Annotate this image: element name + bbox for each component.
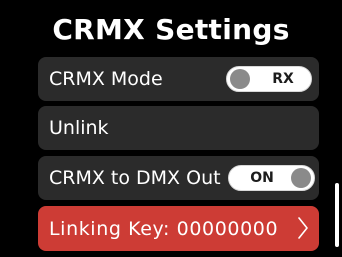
linking-key-label: Linking Key: 00000000: [49, 217, 279, 240]
unlink-row[interactable]: Unlink: [38, 106, 319, 150]
toggle-knob: [230, 69, 250, 89]
crmx-mode-toggle[interactable]: RX: [226, 66, 312, 92]
crmx-to-dmx-out-toggle[interactable]: ON: [228, 165, 315, 191]
crmx-to-dmx-out-label: CRMX to DMX Out: [49, 167, 221, 189]
crmx-mode-toggle-label: RX: [272, 71, 294, 87]
crmx-mode-row[interactable]: CRMX Mode RX: [38, 57, 319, 101]
unlink-label: Unlink: [49, 117, 109, 139]
page-title: CRMX Settings: [52, 13, 290, 46]
linking-key-row[interactable]: Linking Key: 00000000: [38, 206, 319, 251]
toggle-knob: [291, 168, 311, 188]
crmx-mode-label: CRMX Mode: [49, 68, 163, 90]
chevron-right-icon: [298, 217, 308, 239]
crmx-to-dmx-out-row[interactable]: CRMX to DMX Out ON: [38, 156, 319, 200]
crmx-to-dmx-out-toggle-label: ON: [250, 170, 274, 186]
scrollbar[interactable]: [335, 183, 339, 247]
